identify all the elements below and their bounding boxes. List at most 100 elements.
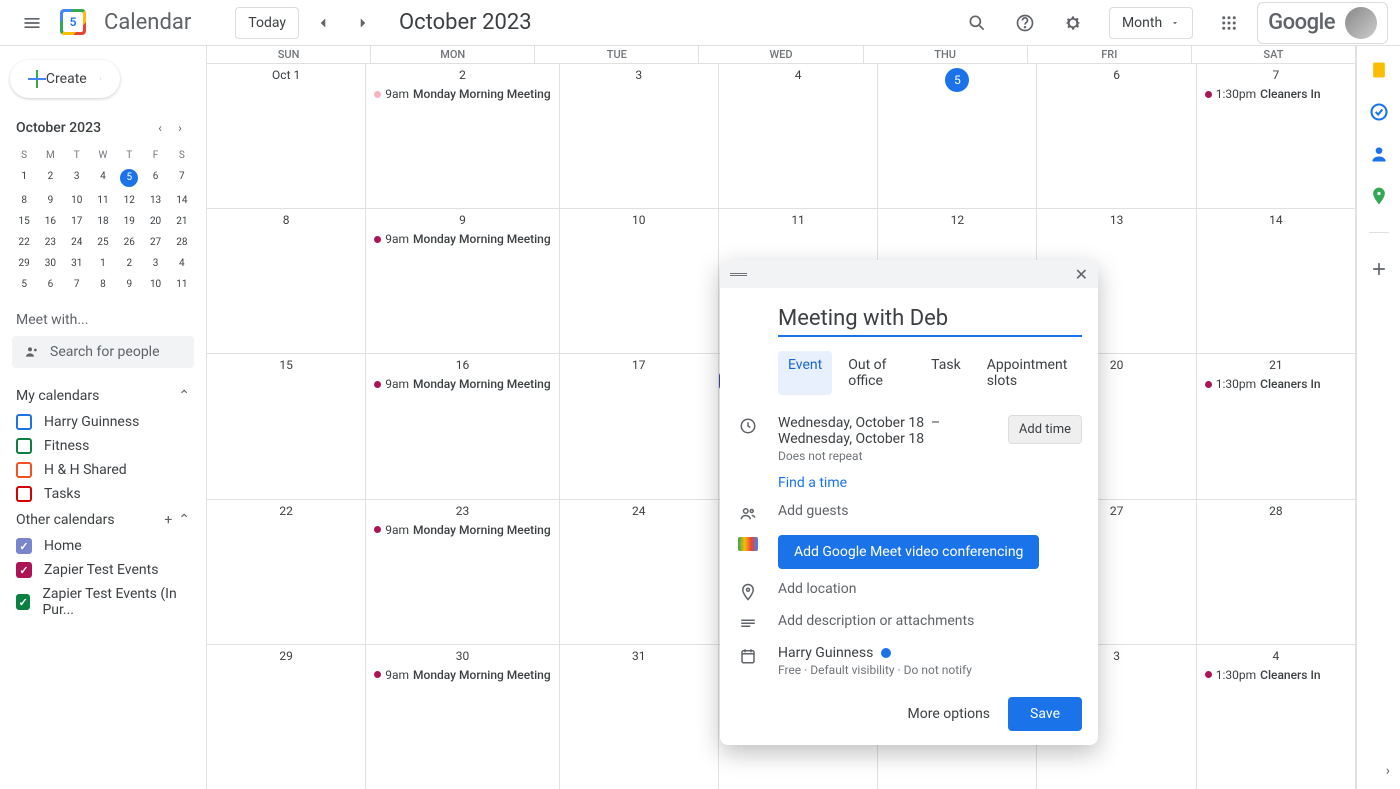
- add-location-input[interactable]: Add location: [778, 581, 856, 597]
- contacts-icon[interactable]: [1369, 144, 1389, 164]
- day-number[interactable]: 14: [1201, 213, 1351, 227]
- mini-day[interactable]: 23: [38, 233, 62, 252]
- day-number[interactable]: 4: [723, 68, 873, 82]
- day-cell[interactable]: 41:30pmCleaners In: [1197, 645, 1356, 789]
- day-cell[interactable]: 31: [560, 645, 719, 789]
- event-date-range[interactable]: Wednesday, October 18 – Wednesday, Octob…: [778, 415, 990, 447]
- day-number[interactable]: 5: [882, 68, 1032, 92]
- checkbox[interactable]: [16, 562, 32, 578]
- mini-day[interactable]: 11: [91, 191, 115, 210]
- drag-handle-icon[interactable]: ══: [730, 267, 747, 281]
- mini-day[interactable]: 18: [91, 212, 115, 231]
- event-item[interactable]: 1:30pmCleaners In: [1201, 376, 1351, 392]
- day-number[interactable]: 13: [1041, 213, 1191, 227]
- day-number[interactable]: 22: [211, 504, 361, 518]
- calendar-item[interactable]: Fitness: [10, 434, 196, 458]
- day-cell[interactable]: 3: [560, 64, 719, 208]
- day-number[interactable]: 2: [370, 68, 554, 82]
- add-description-input[interactable]: Add description or attachments: [778, 613, 974, 629]
- checkbox[interactable]: [16, 486, 32, 502]
- mini-day[interactable]: 1: [12, 167, 36, 189]
- day-cell[interactable]: Oct 1: [207, 64, 366, 208]
- mini-day[interactable]: 29: [12, 254, 36, 273]
- mini-day[interactable]: 5: [12, 275, 36, 294]
- close-icon[interactable]: ✕: [1075, 265, 1088, 284]
- next-month-button[interactable]: [347, 7, 379, 39]
- event-type-tab[interactable]: Appointment slots: [977, 351, 1082, 395]
- day-cell[interactable]: 29: [207, 645, 366, 789]
- mini-day[interactable]: 22: [12, 233, 36, 252]
- day-cell[interactable]: 29amMonday Morning Meeting: [366, 64, 559, 208]
- day-number[interactable]: 23: [370, 504, 554, 518]
- day-number[interactable]: 21: [1201, 358, 1351, 372]
- day-cell[interactable]: 14: [1197, 209, 1356, 353]
- day-number[interactable]: Oct 1: [211, 68, 361, 82]
- mini-day[interactable]: 19: [117, 212, 141, 231]
- day-number[interactable]: 31: [564, 649, 714, 663]
- day-number[interactable]: 4: [1201, 649, 1351, 663]
- settings-icon[interactable]: [1053, 3, 1093, 43]
- mini-next-button[interactable]: ›: [170, 118, 190, 138]
- tasks-icon[interactable]: [1369, 102, 1389, 122]
- mini-day[interactable]: 8: [12, 191, 36, 210]
- mini-day[interactable]: 17: [65, 212, 89, 231]
- search-icon[interactable]: [957, 3, 997, 43]
- day-number[interactable]: 29: [211, 649, 361, 663]
- mini-day[interactable]: 8: [91, 275, 115, 294]
- event-item[interactable]: 1:30pmCleaners In: [1201, 86, 1351, 102]
- day-number[interactable]: 11: [723, 213, 873, 227]
- mini-day[interactable]: 28: [170, 233, 194, 252]
- mini-day[interactable]: 2: [117, 254, 141, 273]
- day-number[interactable]: 16: [370, 358, 554, 372]
- add-meet-button[interactable]: Add Google Meet video conferencing: [778, 535, 1039, 569]
- mini-day[interactable]: 6: [38, 275, 62, 294]
- google-account[interactable]: Google: [1257, 2, 1388, 44]
- visibility-label[interactable]: Free · Default visibility · Do not notif…: [778, 663, 972, 677]
- event-type-tab[interactable]: Task: [921, 351, 971, 395]
- mini-day[interactable]: 9: [117, 275, 141, 294]
- mini-day[interactable]: 11: [170, 275, 194, 294]
- maps-icon[interactable]: [1369, 186, 1389, 206]
- mini-day[interactable]: 5: [120, 169, 138, 187]
- day-cell[interactable]: 6: [1037, 64, 1196, 208]
- find-time-link[interactable]: Find a time: [778, 475, 847, 491]
- calendar-item[interactable]: H & H Shared: [10, 458, 196, 482]
- mini-prev-button[interactable]: ‹: [150, 118, 170, 138]
- keep-icon[interactable]: [1369, 60, 1389, 80]
- expand-rail-button[interactable]: ›: [1386, 763, 1390, 779]
- mini-day[interactable]: 12: [117, 191, 141, 210]
- day-cell[interactable]: 10: [560, 209, 719, 353]
- mini-day[interactable]: 3: [65, 167, 89, 189]
- mini-day[interactable]: 10: [65, 191, 89, 210]
- day-number[interactable]: 24: [564, 504, 714, 518]
- day-number[interactable]: 10: [564, 213, 714, 227]
- day-number[interactable]: 9: [370, 213, 554, 227]
- event-item[interactable]: 9amMonday Morning Meeting: [370, 376, 554, 392]
- mini-day[interactable]: 2: [38, 167, 62, 189]
- add-guests-input[interactable]: Add guests: [778, 503, 848, 519]
- day-number[interactable]: 17: [564, 358, 714, 372]
- calendar-item[interactable]: Tasks: [10, 482, 196, 506]
- day-number[interactable]: 3: [564, 68, 714, 82]
- day-number[interactable]: 15: [211, 358, 361, 372]
- mini-day[interactable]: 26: [117, 233, 141, 252]
- mini-day[interactable]: 24: [65, 233, 89, 252]
- day-number[interactable]: 28: [1201, 504, 1351, 518]
- save-button[interactable]: Save: [1008, 697, 1082, 731]
- other-calendars-header[interactable]: Other calendars + ⌃: [10, 506, 196, 534]
- day-number[interactable]: 12: [882, 213, 1032, 227]
- mini-day[interactable]: 4: [91, 167, 115, 189]
- day-number[interactable]: 30: [370, 649, 554, 663]
- day-cell[interactable]: 21 1:30pmCleaners In: [1197, 354, 1356, 498]
- event-item[interactable]: 9amMonday Morning Meeting: [370, 667, 554, 683]
- add-addon-icon[interactable]: [1369, 259, 1389, 279]
- checkbox[interactable]: [16, 414, 32, 430]
- checkbox[interactable]: [16, 538, 32, 554]
- event-title-input[interactable]: [778, 302, 1082, 337]
- day-cell[interactable]: 16 9amMonday Morning Meeting: [366, 354, 559, 498]
- mini-day[interactable]: 3: [143, 254, 167, 273]
- day-cell[interactable]: 30 9amMonday Morning Meeting: [366, 645, 559, 789]
- apps-icon[interactable]: [1209, 3, 1249, 43]
- mini-day[interactable]: 9: [38, 191, 62, 210]
- calendar-item[interactable]: Home: [10, 534, 196, 558]
